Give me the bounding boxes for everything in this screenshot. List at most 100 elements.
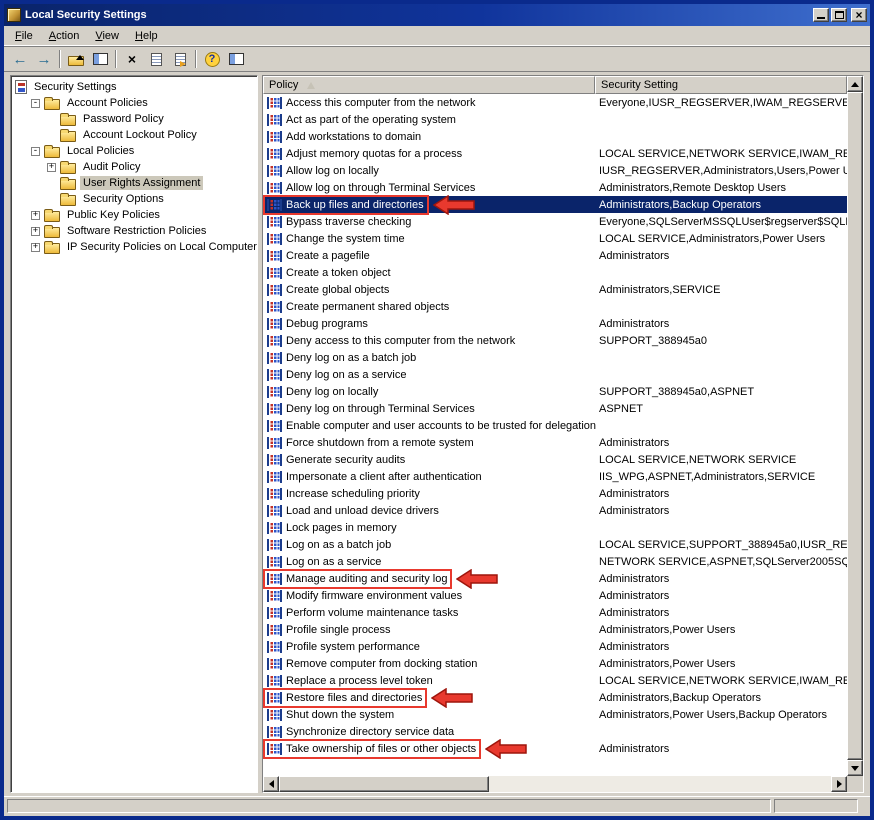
list-row-change-the-system-time[interactable]: Change the system time LOCAL SERVICE,Adm… — [263, 230, 847, 247]
list-row-log-on-as-a-service[interactable]: Log on as a service NETWORK SERVICE,ASPN… — [263, 553, 847, 570]
horizontal-scrollbar[interactable] — [263, 776, 847, 792]
list-row-manage-auditing-and-security-log[interactable]: Manage auditing and security log Adminis… — [263, 570, 847, 587]
tree-item-user-rights-assignment[interactable]: User Rights Assignment — [11, 175, 257, 191]
policy-cell: Increase scheduling priority — [263, 485, 595, 502]
list-row-generate-security-audits[interactable]: Generate security audits LOCAL SERVICE,N… — [263, 451, 847, 468]
list-row-deny-log-on-as-a-service[interactable]: Deny log on as a service — [263, 366, 847, 383]
list-row-restore-files-and-directories[interactable]: Restore files and directories Administra… — [263, 689, 847, 706]
policy-name: Create a pagefile — [286, 250, 370, 262]
show-hide-console-tree-button[interactable] — [88, 48, 112, 70]
menu-action[interactable]: Action — [41, 27, 88, 45]
policy-icon — [267, 725, 282, 739]
tree-item-local-policies[interactable]: - Local Policies — [11, 143, 257, 159]
horizontal-scrollbar-thumb[interactable] — [279, 776, 489, 792]
help-button[interactable]: ? — [200, 48, 224, 70]
list-row-replace-a-process-level-token[interactable]: Replace a process level token LOCAL SERV… — [263, 672, 847, 689]
list-row-deny-access-to-this-computer-from-the-network[interactable]: Deny access to this computer from the ne… — [263, 332, 847, 349]
column-header-policy[interactable]: Policy — [263, 76, 595, 94]
horizontal-scrollbar-track[interactable] — [279, 776, 831, 792]
up-one-level-button[interactable] — [64, 48, 88, 70]
column-header-security-setting[interactable]: Security Setting — [595, 76, 847, 94]
list-row-create-permanent-shared-objects[interactable]: Create permanent shared objects — [263, 298, 847, 315]
list-row-deny-log-on-through-terminal-services[interactable]: Deny log on through Terminal Services AS… — [263, 400, 847, 417]
list-row-add-workstations-to-domain[interactable]: Add workstations to domain — [263, 128, 847, 145]
expand-icon[interactable]: + — [31, 211, 40, 220]
scroll-down-button[interactable] — [847, 760, 863, 776]
menu-view[interactable]: View — [87, 27, 127, 45]
policy-icon — [267, 487, 282, 501]
policy-cell: Create a pagefile — [263, 247, 595, 264]
list-row-modify-firmware-environment-values[interactable]: Modify firmware environment values Admin… — [263, 587, 847, 604]
scroll-right-button[interactable] — [831, 776, 847, 792]
security-setting-cell: Administrators — [595, 570, 847, 587]
policy-cell: Bypass traverse checking — [263, 213, 595, 230]
vertical-scrollbar-track[interactable] — [847, 92, 863, 760]
tree-item-audit-policy[interactable]: + Audit Policy — [11, 159, 257, 175]
expand-icon[interactable]: + — [31, 243, 40, 252]
menu-file[interactable]: File — [7, 27, 41, 45]
sort-ascending-icon — [307, 82, 315, 89]
list-row-impersonate-a-client-after-authentication[interactable]: Impersonate a client after authenticatio… — [263, 468, 847, 485]
minimize-button[interactable] — [813, 8, 829, 22]
list-row-log-on-as-a-batch-job[interactable]: Log on as a batch job LOCAL SERVICE,SUPP… — [263, 536, 847, 553]
tree-item-security-options[interactable]: Security Options — [11, 191, 257, 207]
collapse-icon[interactable]: - — [31, 147, 40, 156]
forward-button[interactable]: → — [32, 48, 56, 70]
menu-help[interactable]: Help — [127, 27, 166, 45]
list-row-shut-down-the-system[interactable]: Shut down the system Administrators,Powe… — [263, 706, 847, 723]
properties-button[interactable] — [144, 48, 168, 70]
policy-cell: Remove computer from docking station — [263, 655, 595, 672]
list-row-adjust-memory-quotas-for-a-process[interactable]: Adjust memory quotas for a process LOCAL… — [263, 145, 847, 162]
policy-label-wrap: Allow log on through Terminal Services — [265, 180, 478, 196]
list-row-debug-programs[interactable]: Debug programs Administrators — [263, 315, 847, 332]
list-row-create-global-objects[interactable]: Create global objects Administrators,SER… — [263, 281, 847, 298]
maximize-button[interactable] — [831, 8, 847, 22]
title-bar[interactable]: Local Security Settings × — [4, 4, 870, 26]
tree-item-security-settings[interactable]: Security Settings — [11, 79, 257, 95]
list-row-perform-volume-maintenance-tasks[interactable]: Perform volume maintenance tasks Adminis… — [263, 604, 847, 621]
list-row-act-as-part-of-the-operating-system[interactable]: Act as part of the operating system — [263, 111, 847, 128]
policy-cell: Restore files and directories — [263, 689, 595, 706]
list-row-back-up-files-and-directories[interactable]: Back up files and directories Administra… — [263, 196, 847, 213]
list-row-bypass-traverse-checking[interactable]: Bypass traverse checking Everyone,SQLSer… — [263, 213, 847, 230]
export-list-button[interactable] — [168, 48, 192, 70]
expand-icon[interactable]: + — [31, 227, 40, 236]
list-row-force-shutdown-from-a-remote-system[interactable]: Force shutdown from a remote system Admi… — [263, 434, 847, 451]
list-row-deny-log-on-as-a-batch-job[interactable]: Deny log on as a batch job — [263, 349, 847, 366]
policy-label-wrap: Add workstations to domain — [265, 129, 424, 145]
list-row-enable-computer-and-user-accounts-to-be-trusted-for-delegation[interactable]: Enable computer and user accounts to be … — [263, 417, 847, 434]
list-row-increase-scheduling-priority[interactable]: Increase scheduling priority Administrat… — [263, 485, 847, 502]
expand-icon[interactable]: + — [47, 163, 56, 172]
back-button[interactable]: ← — [8, 48, 32, 70]
list-row-allow-log-on-through-terminal-services[interactable]: Allow log on through Terminal Services A… — [263, 179, 847, 196]
list-row-deny-log-on-locally[interactable]: Deny log on locally SUPPORT_388945a0,ASP… — [263, 383, 847, 400]
scroll-up-button[interactable] — [847, 76, 863, 92]
context-help-button[interactable] — [224, 48, 248, 70]
tree-item-account-policies[interactable]: - Account Policies — [11, 95, 257, 111]
list-row-create-a-pagefile[interactable]: Create a pagefile Administrators — [263, 247, 847, 264]
list-row-create-a-token-object[interactable]: Create a token object — [263, 264, 847, 281]
list-row-load-and-unload-device-drivers[interactable]: Load and unload device drivers Administr… — [263, 502, 847, 519]
list-row-profile-system-performance[interactable]: Profile system performance Administrator… — [263, 638, 847, 655]
security-setting-value: Administrators,Power Users — [599, 624, 735, 636]
vertical-scrollbar[interactable] — [847, 76, 863, 776]
tree-item-password-policy[interactable]: Password Policy — [11, 111, 257, 127]
list-row-synchronize-directory-service-data[interactable]: Synchronize directory service data — [263, 723, 847, 740]
list-row-remove-computer-from-docking-station[interactable]: Remove computer from docking station Adm… — [263, 655, 847, 672]
scroll-left-button[interactable] — [263, 776, 279, 792]
tree-item-ip-security-policies-on-local-computer[interactable]: + IP Security Policies on Local Computer — [11, 239, 257, 255]
vertical-scrollbar-thumb[interactable] — [847, 92, 863, 760]
tree-item-software-restriction-policies[interactable]: + Software Restriction Policies — [11, 223, 257, 239]
status-bar — [4, 796, 870, 816]
close-button[interactable]: × — [851, 8, 867, 22]
tree-item-public-key-policies[interactable]: + Public Key Policies — [11, 207, 257, 223]
delete-button[interactable]: × — [120, 48, 144, 70]
list-row-allow-log-on-locally[interactable]: Allow log on locally IUSR_REGSERVER,Admi… — [263, 162, 847, 179]
list-row-access-this-computer-from-the-network[interactable]: Access this computer from the network Ev… — [263, 94, 847, 111]
policy-name: Force shutdown from a remote system — [286, 437, 474, 449]
list-row-take-ownership-of-files-or-other-objects[interactable]: Take ownership of files or other objects… — [263, 740, 847, 757]
list-row-lock-pages-in-memory[interactable]: Lock pages in memory — [263, 519, 847, 536]
collapse-icon[interactable]: - — [31, 99, 40, 108]
tree-item-account-lockout-policy[interactable]: Account Lockout Policy — [11, 127, 257, 143]
list-row-profile-single-process[interactable]: Profile single process Administrators,Po… — [263, 621, 847, 638]
